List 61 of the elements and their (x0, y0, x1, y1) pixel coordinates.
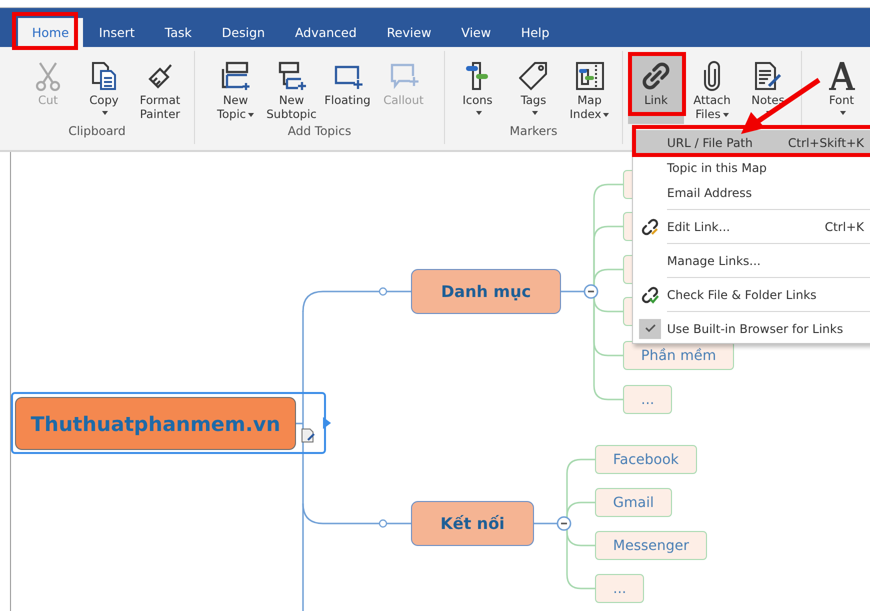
diamond-handle-icon[interactable] (322, 416, 332, 430)
ribbon-button[interactable]: Icons (450, 55, 506, 124)
ribbon-tab[interactable]: Review (372, 18, 446, 47)
main-topic[interactable]: Kết nối (411, 501, 534, 546)
ribbon-tab[interactable]: Insert (84, 18, 149, 47)
subtopic[interactable]: Messenger (595, 531, 708, 560)
subtopic[interactable]: Phần mềm (623, 341, 734, 370)
connector-dot (378, 519, 388, 528)
ribbon-tab[interactable]: Home (18, 18, 83, 47)
copy-icon (90, 61, 118, 91)
group-label: Add Topics (288, 124, 352, 138)
menu-item[interactable]: Topic in this Map (633, 155, 870, 180)
ribbon-tab[interactable]: Help (506, 18, 564, 47)
connector-line (534, 522, 557, 524)
ribbon-tab[interactable]: Design (208, 18, 279, 47)
new-topic-icon (220, 61, 250, 91)
highlight-frame (628, 52, 686, 116)
ribbon-button[interactable]: Floating (320, 55, 376, 124)
ribbon-button[interactable]: Font (814, 55, 870, 124)
menu-item[interactable]: Manage Links... (633, 248, 870, 273)
scissors-icon (35, 61, 61, 91)
subtopic[interactable]: Gmail (595, 488, 672, 517)
ribbon-button[interactable]: New Subtopic (264, 55, 320, 124)
collapse-icon[interactable] (584, 284, 598, 299)
collapse-icon[interactable] (556, 516, 572, 531)
map-index-icon (574, 61, 604, 91)
ribbon-button[interactable]: Attach Files (684, 55, 740, 124)
highlight-frame (12, 12, 78, 50)
ribbon-button[interactable]: Map Index (562, 55, 618, 124)
checkmark-icon (644, 324, 656, 333)
paperclip-icon (701, 61, 723, 91)
ribbon-tab[interactable]: Advanced (280, 18, 371, 47)
group-label: Clipboard (68, 124, 126, 138)
ribbon-tab[interactable]: View (447, 18, 505, 47)
menu-item[interactable]: Use Built-in Browser for Links (633, 316, 870, 341)
menu-item[interactable]: Edit Link... Ctrl+K (633, 214, 870, 239)
group-label: Markers (510, 124, 558, 138)
notes-icon (753, 61, 783, 91)
ribbon-button[interactable]: Tags (506, 55, 562, 124)
connector-dot (378, 287, 388, 296)
ribbon-button[interactable]: Format Painter (132, 55, 188, 124)
subtopic[interactable]: ... (595, 574, 644, 603)
subtopic[interactable]: ... (623, 385, 672, 414)
connector-line (561, 290, 584, 292)
subtopic[interactable]: Facebook (595, 445, 697, 474)
menu-item[interactable]: Check File & Folder Links (633, 282, 870, 307)
tag-icon (518, 61, 548, 91)
link-icon (641, 61, 671, 91)
note-icon[interactable] (301, 428, 316, 443)
link-check-icon (641, 286, 659, 304)
ribbon-button[interactable]: New Topic (208, 55, 264, 124)
menu-item[interactable]: URL / File Path Ctrl+Skift+K (633, 130, 870, 155)
link-pencil-icon (641, 218, 659, 236)
checkbox[interactable] (639, 318, 661, 338)
ribbon-button[interactable]: Copy (76, 55, 132, 124)
callout-icon (388, 61, 418, 91)
menu-item[interactable]: Email Address (633, 180, 870, 205)
main-topic[interactable]: Danh mục (411, 269, 561, 314)
font-icon (826, 61, 856, 91)
subtopic-icon (276, 61, 306, 91)
ribbon-tab[interactable]: Task (150, 18, 206, 47)
